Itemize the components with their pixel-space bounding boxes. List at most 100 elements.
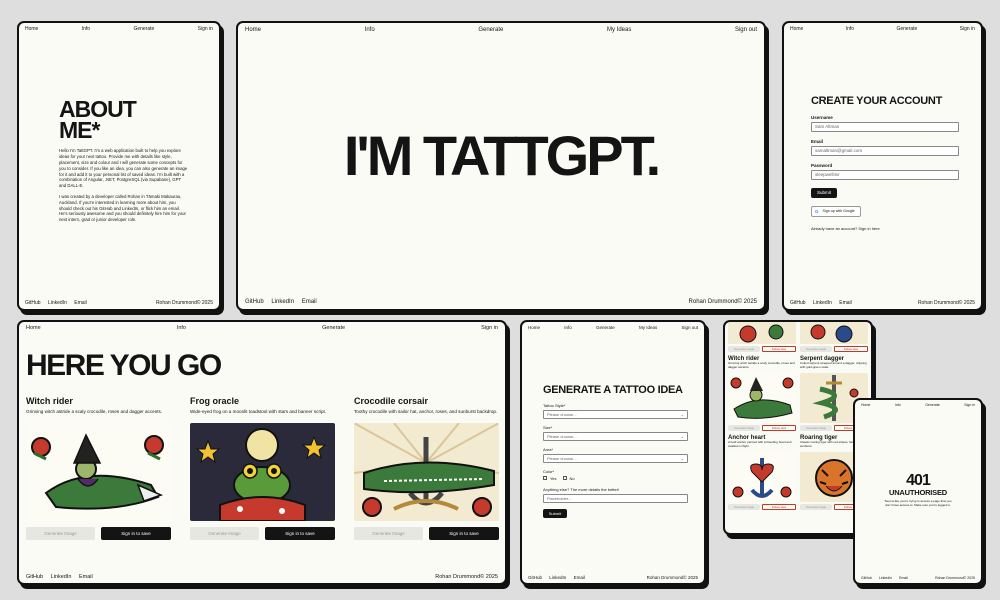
about-paragraph-2: I was created by a developer called Roha… [59, 193, 186, 223]
delete-idea-button[interactable]: Delete idea [762, 425, 796, 431]
generate-image-button[interactable]: Generate Image [190, 527, 259, 540]
footer-linkedin-link[interactable]: LinkedIn [48, 300, 67, 306]
signup-title: CREATE YOUR ACCOUNT [811, 95, 942, 107]
footer-linkedin-link[interactable]: LinkedIn [51, 574, 72, 580]
footer-linkedin-link[interactable]: LinkedIn [879, 576, 892, 580]
email-field[interactable]: samaltman@gmail.com [811, 145, 959, 156]
nav-info[interactable]: Info [564, 325, 572, 330]
footer-github-link[interactable]: GitHub [528, 575, 542, 580]
footer-email-link[interactable]: Email [302, 299, 317, 305]
signin-prompt[interactable]: Already have an account? Sign in here [811, 226, 959, 231]
nav-sign-out[interactable]: Sign out [681, 325, 698, 330]
nav-home[interactable]: Home [25, 26, 38, 32]
details-input[interactable]: Placeholder... [543, 493, 688, 503]
footer-email-link[interactable]: Email [79, 574, 93, 580]
password-field[interactable]: sleepwell4vr [811, 169, 959, 180]
footer-github-link[interactable]: GitHub [790, 300, 806, 306]
footer-github-link[interactable]: GitHub [861, 576, 872, 580]
nav-home[interactable]: Home [245, 27, 261, 33]
tattoo-image-top-right [800, 322, 868, 344]
nav-generate[interactable]: Generate [896, 26, 917, 32]
size-select[interactable]: Please choose... ⌄ [543, 431, 688, 441]
nav-home[interactable]: Home [790, 26, 803, 32]
nav-sign-in[interactable]: Sign in [198, 26, 213, 32]
username-label: Username [811, 114, 833, 120]
nav-info[interactable]: Info [177, 325, 186, 331]
unauthorised-mobile-card: Home Info Generate Sign in 401 UNAUTHORI… [853, 398, 983, 585]
details-label: Anything else? The more details the bett… [543, 486, 620, 492]
footer-email-link[interactable]: Email [839, 300, 852, 306]
idea-item-witch-rider: Witch rider Grinning witch astride a sca… [728, 356, 796, 431]
generate-page-card: Home Info Generate My Ideas Sign out GEN… [520, 320, 706, 585]
about-paragraph-1: Hello I'm TattGPT. I'm a web application… [59, 148, 188, 189]
footer: GitHub LinkedIn Email Rohan Drummond© 20… [19, 297, 219, 309]
delete-idea-button[interactable]: Delete idea [834, 346, 868, 352]
nav-generate[interactable]: Generate [322, 325, 345, 331]
username-field[interactable]: Sam Altman [811, 121, 959, 132]
nav-info[interactable]: Info [82, 26, 90, 32]
footer-linkedin-link[interactable]: LinkedIn [813, 300, 832, 306]
nav-home[interactable]: Home [26, 325, 41, 331]
nav-home[interactable]: Home [528, 325, 540, 330]
footer-github-link[interactable]: GitHub [245, 299, 264, 305]
submit-button[interactable]: Submit [811, 187, 837, 198]
generate-image-button[interactable]: Generate Image [728, 346, 760, 352]
sign-in-to-save-button[interactable]: Sign in to save [429, 527, 499, 540]
nav-info[interactable]: Info [846, 26, 854, 32]
area-select[interactable]: Please choose... ⌄ [543, 453, 688, 463]
signup-page-card: Home Info Generate Sign in CREATE YOUR A… [782, 21, 983, 311]
nav-sign-in[interactable]: Sign in [481, 325, 498, 331]
about-title: ABOUT ME* [59, 96, 137, 143]
generate-image-button[interactable]: Generate Image [354, 527, 423, 540]
google-signup-button[interactable]: G Sign up with Google [811, 205, 861, 217]
footer-linkedin-link[interactable]: LinkedIn [271, 299, 294, 305]
error-title: UNAUTHORISED [888, 488, 948, 498]
yes-checkbox[interactable] [543, 476, 547, 481]
footer-email-link[interactable]: Email [74, 300, 87, 306]
google-icon: G [815, 208, 819, 214]
generate-image-button[interactable]: Generate Image [800, 346, 832, 352]
top-nav: Home Info Generate My Ideas Sign out [522, 322, 704, 333]
sign-in-to-save-button[interactable]: Sign in to save [101, 527, 171, 540]
footer-github-link[interactable]: GitHub [26, 574, 43, 580]
nav-generate[interactable]: Generate [596, 325, 615, 330]
nav-generate[interactable]: Generate [133, 26, 154, 32]
tattoo-image-witch-rider [728, 373, 796, 423]
nav-my-ideas[interactable]: My Ideas [639, 325, 657, 330]
generate-image-button[interactable]: Generate Image [728, 425, 760, 431]
idea-card-3: Crocodile corsair Toothy crocodile with … [354, 396, 499, 540]
delete-idea-button[interactable]: Delete idea [762, 504, 796, 510]
nav-generate[interactable]: Generate [925, 403, 940, 407]
no-checkbox[interactable] [562, 476, 567, 481]
nav-sign-in[interactable]: Sign in [964, 403, 975, 407]
footer-email-link[interactable]: Email [574, 575, 585, 580]
footer-credit: Rohan Drummond© 2025 [155, 300, 213, 306]
my-ideas-mobile-card: Generate Image Delete idea Generate Imag… [723, 320, 873, 535]
footer-github-link[interactable]: GitHub [25, 300, 41, 306]
idea-description: Wide-eyed frog on a moonlit toadstool wi… [190, 409, 327, 414]
generate-image-button[interactable]: Generate Image [800, 425, 832, 431]
generate-image-button[interactable]: Generate Image [800, 504, 832, 510]
top-nav: Home Info Generate Sign in [19, 23, 219, 35]
top-nav: Home Info Generate Sign in [19, 322, 505, 334]
email-label: Email [811, 138, 824, 144]
generate-image-button[interactable]: Generate Image [728, 504, 760, 510]
footer-email-link[interactable]: Email [899, 576, 908, 580]
footer-linkedin-link[interactable]: LinkedIn [549, 575, 566, 580]
top-nav: Home Info Generate My Ideas Sign out [238, 23, 764, 37]
nav-my-ideas[interactable]: My Ideas [607, 27, 631, 33]
nav-home[interactable]: Home [861, 403, 870, 407]
nav-sign-in[interactable]: Sign in [960, 26, 975, 32]
nav-info[interactable]: Info [365, 27, 375, 33]
submit-button[interactable]: Submit [543, 508, 567, 518]
style-select[interactable]: Please choose... ⌄ [543, 409, 688, 419]
home-page-card: Home Info Generate My Ideas Sign out I'M… [236, 21, 766, 311]
nav-generate[interactable]: Generate [478, 27, 503, 33]
sign-in-to-save-button[interactable]: Sign in to save [265, 527, 335, 540]
nav-info[interactable]: Info [895, 403, 901, 407]
idea-item-anchor-heart: Anchor heart A bold anchor pierced with … [728, 435, 796, 510]
nav-sign-out[interactable]: Sign out [735, 27, 757, 33]
generate-image-button[interactable]: Generate Image [26, 527, 95, 540]
delete-idea-button[interactable]: Delete idea [762, 346, 796, 352]
chevron-down-icon: ⌄ [680, 455, 684, 461]
